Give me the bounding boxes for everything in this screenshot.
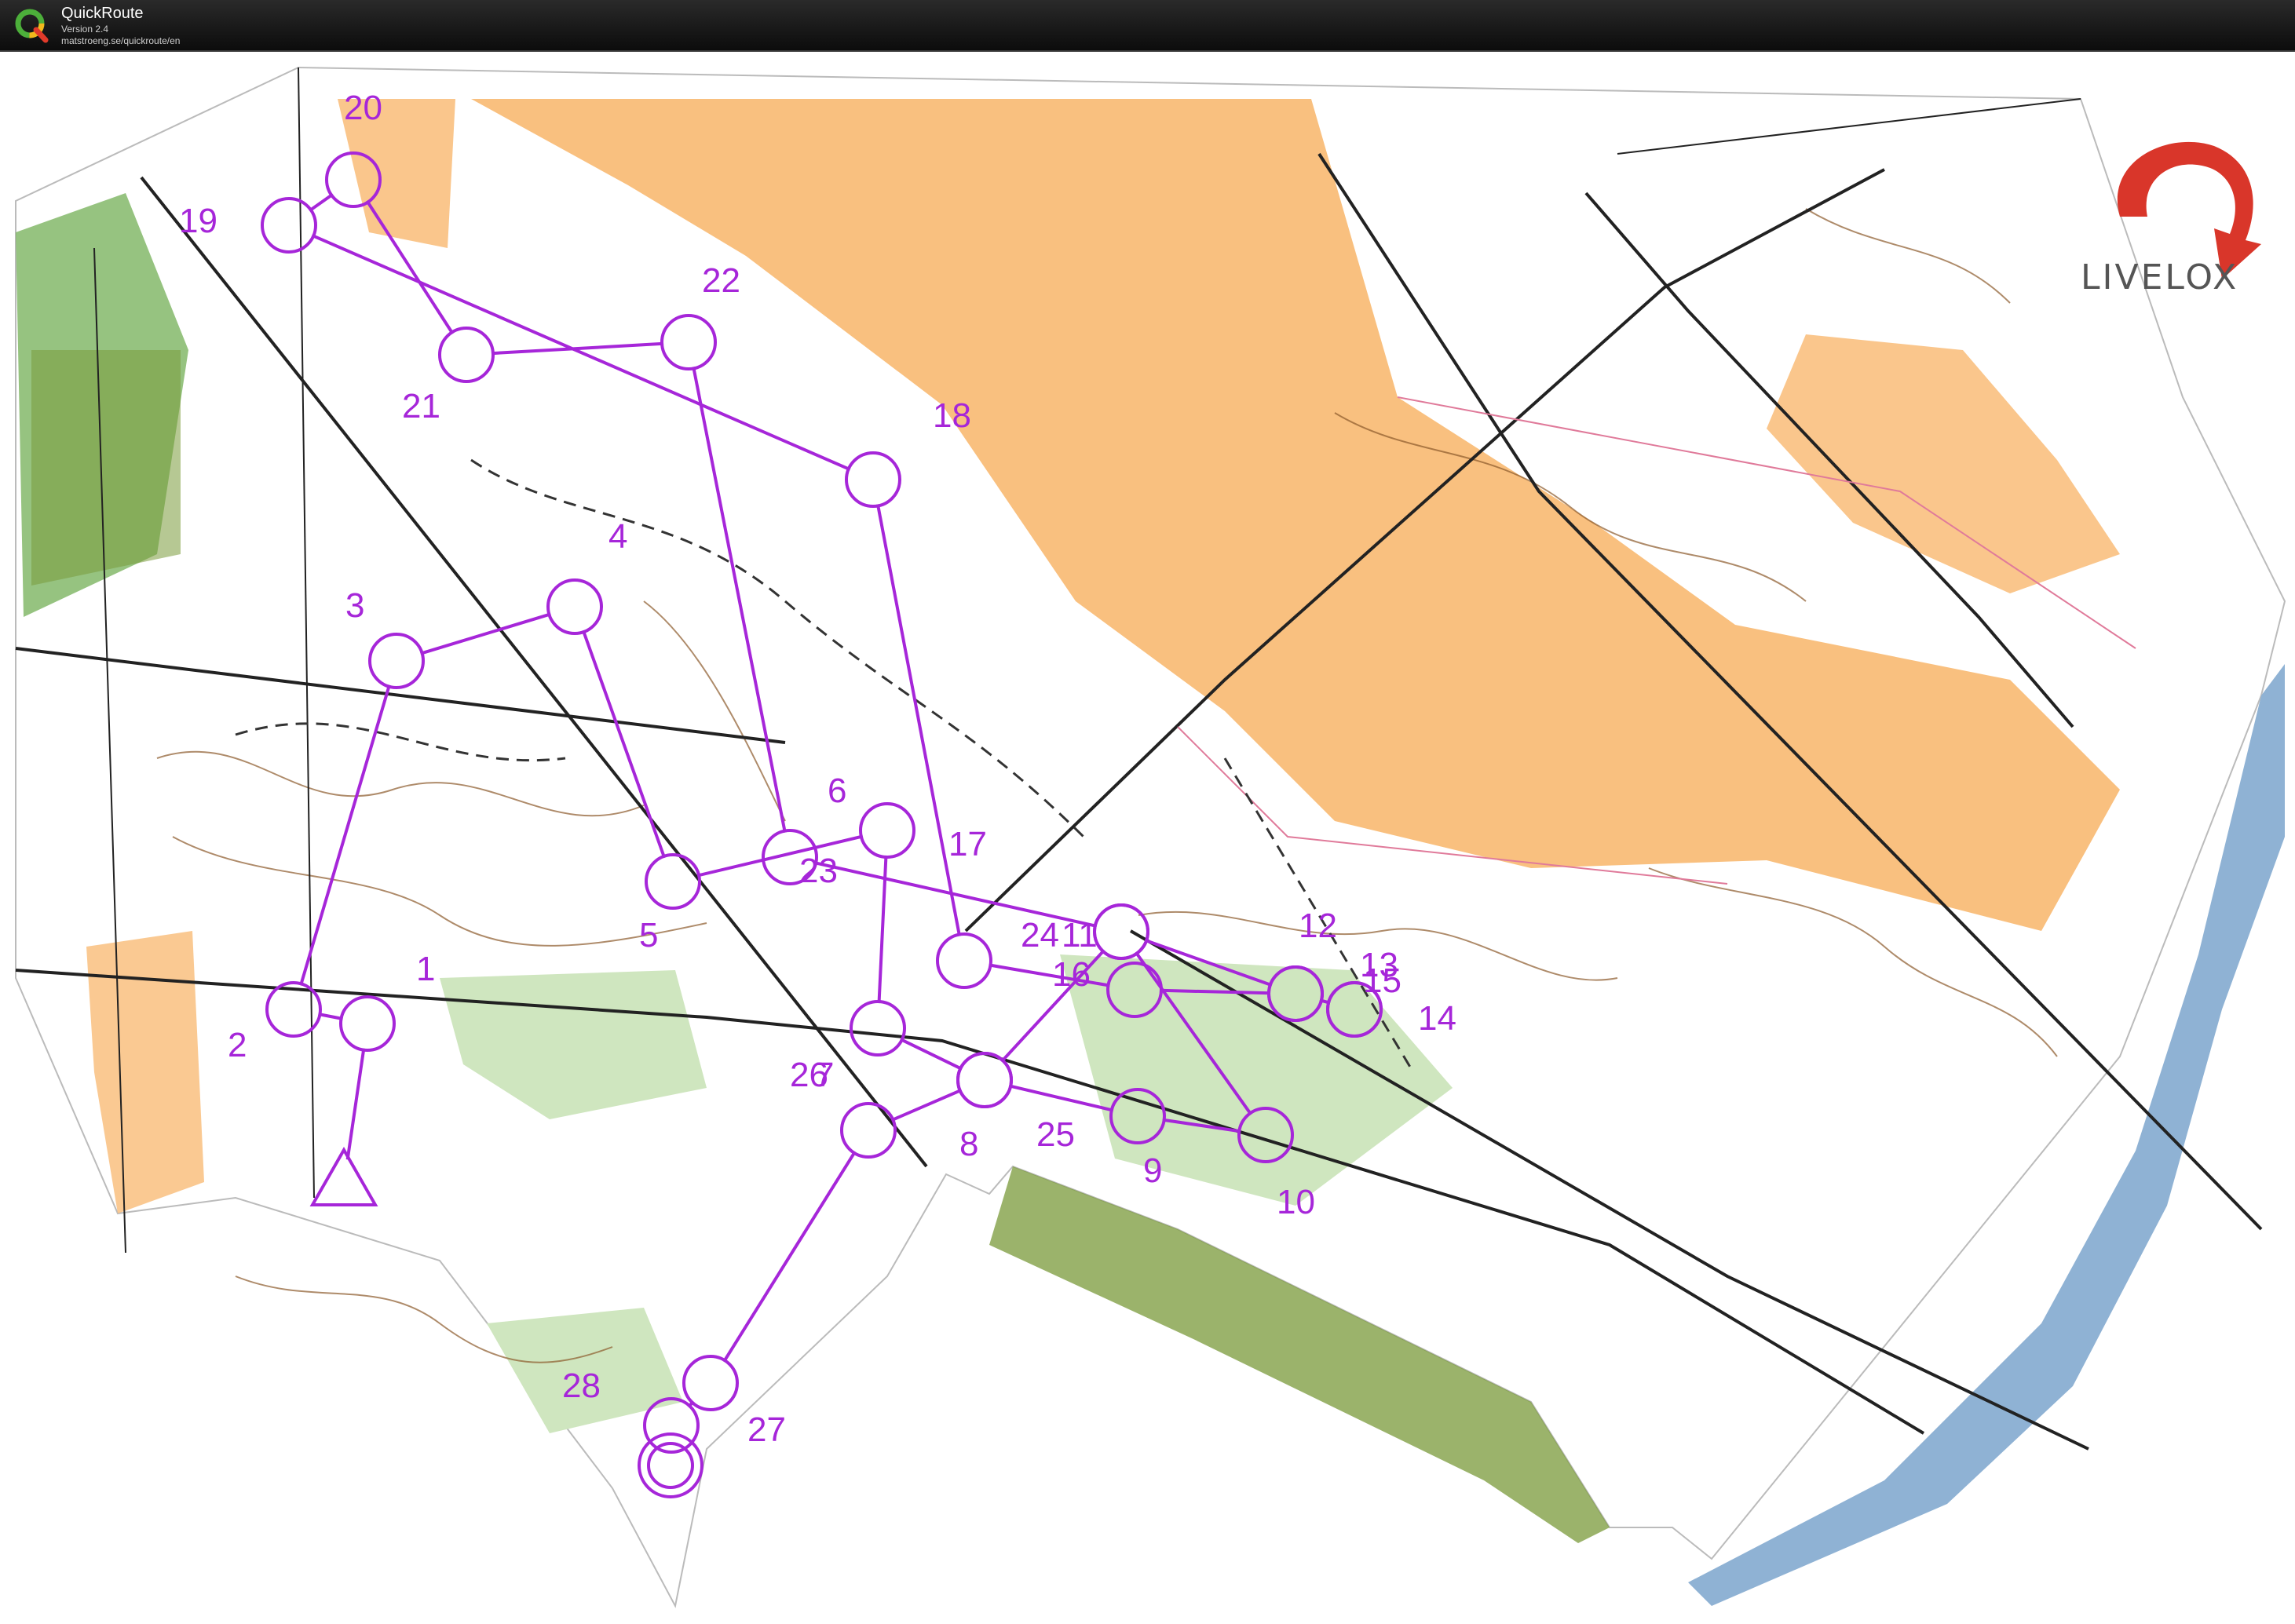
control-number: 14 <box>1418 999 1456 1038</box>
terrain-layer <box>15 66 2286 1608</box>
control-number: 4 <box>608 517 627 556</box>
app-url[interactable]: matstroeng.se/quickroute/en <box>61 35 180 46</box>
control-number: 26 <box>790 1056 828 1094</box>
control-number: 10 <box>1277 1183 1315 1221</box>
control-number: 21 <box>402 387 440 425</box>
quickroute-logo-icon <box>15 9 49 43</box>
control-number: 22 <box>702 261 740 300</box>
control-number: 15 <box>1363 962 1401 1000</box>
control-number: 16 <box>1052 955 1091 994</box>
control-number: 12 <box>1299 907 1337 945</box>
control-number: 3 <box>345 586 364 625</box>
title-bar: QuickRoute Version 2.4 matstroeng.se/qui… <box>0 0 2295 50</box>
control-number: 9 <box>1143 1151 1162 1190</box>
control-number: 2 <box>228 1026 247 1064</box>
control-number: 25 <box>1036 1115 1075 1154</box>
brand-name: LIVELOX <box>2081 257 2238 297</box>
control-number: 17 <box>948 825 987 863</box>
control-number: 11 <box>1062 916 1098 954</box>
control-number: 1 <box>416 950 435 988</box>
control-number: 20 <box>344 89 382 127</box>
app-version: Version 2.4 <box>61 24 109 35</box>
control-number: 24 <box>1021 916 1059 954</box>
control-number: 18 <box>933 396 971 435</box>
map-viewport[interactable]: 1 2 3 4 5 6 7 8 9 10 11 12 13 14 15 16 17 18 19 20 21 22 23 24 2… <box>0 50 2295 1622</box>
app-title: QuickRoute <box>61 5 144 22</box>
control-number: 28 <box>562 1367 601 1405</box>
orienteering-map[interactable]: 1234567891011 121314151617181920212223242… <box>0 52 2295 1624</box>
control-number: 6 <box>828 772 846 810</box>
settlement-nw <box>31 350 181 586</box>
control-number: 19 <box>179 202 217 240</box>
control-number: 27 <box>747 1411 786 1449</box>
control-number: 23 <box>799 852 838 890</box>
control-number: 8 <box>959 1125 978 1163</box>
control-number: 5 <box>639 916 658 954</box>
